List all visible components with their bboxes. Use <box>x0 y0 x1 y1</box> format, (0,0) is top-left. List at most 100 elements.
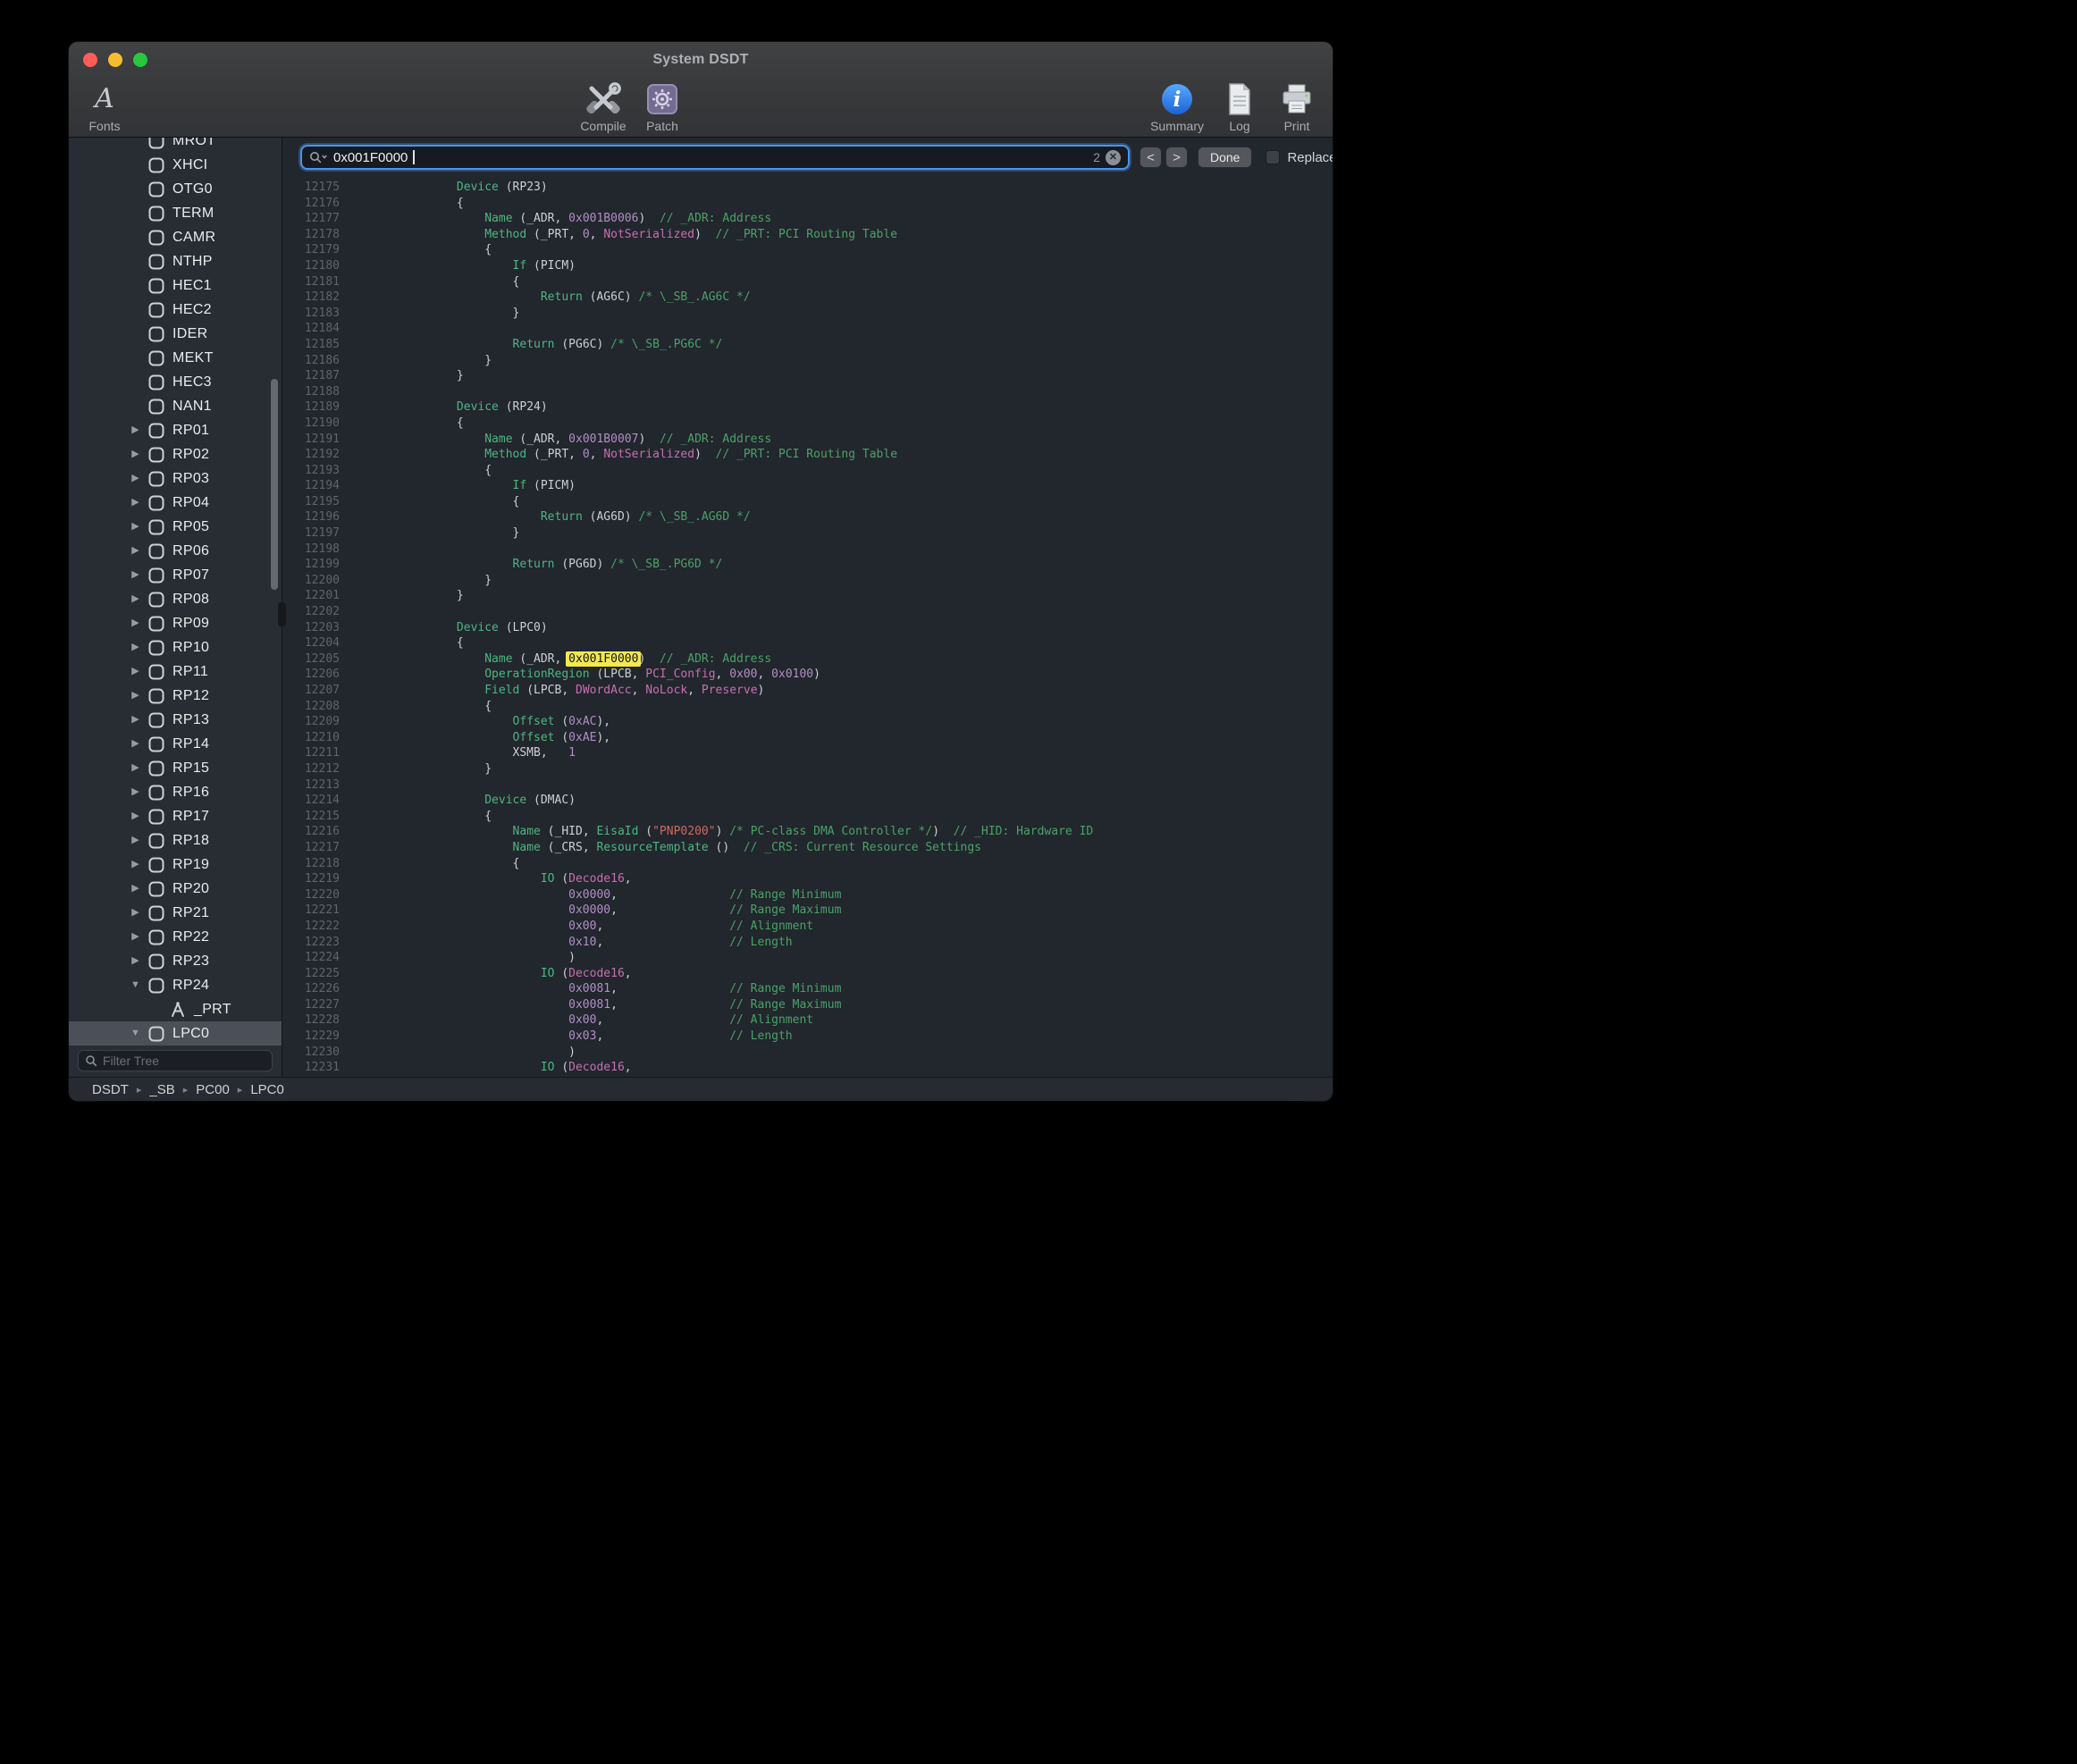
disclosure-triangle[interactable]: ▶ <box>128 932 143 942</box>
disclosure-triangle[interactable]: ▶ <box>128 522 143 532</box>
disclosure-triangle[interactable]: ▶ <box>128 691 143 701</box>
line-number: 12183 <box>282 306 340 322</box>
device-icon <box>147 904 165 922</box>
sidebar-item-rp12[interactable]: ▶RP12 <box>69 684 282 708</box>
disclosure-triangle[interactable]: ▼ <box>128 980 143 990</box>
sidebar-item-rp05[interactable]: ▶RP05 <box>69 515 282 539</box>
disclosure-triangle[interactable]: ▶ <box>128 449 143 459</box>
disclosure-triangle[interactable]: ▶ <box>128 811 143 821</box>
sidebar-item-rp09[interactable]: ▶RP09 <box>69 611 282 635</box>
sidebar-item-rp20[interactable]: ▶RP20 <box>69 877 282 901</box>
sidebar-item-rp15[interactable]: ▶RP15 <box>69 756 282 780</box>
sidebar-item-mrot[interactable]: MROT <box>69 138 282 153</box>
line-number: 12189 <box>282 399 340 416</box>
disclosure-triangle[interactable]: ▶ <box>128 956 143 966</box>
sidebar-scrollbar[interactable] <box>271 379 278 590</box>
breadcrumb-item-pc00[interactable]: PC00 <box>196 1082 230 1097</box>
breadcrumb-item-_sb[interactable]: _SB <box>149 1082 174 1097</box>
sidebar-item-rp21[interactable]: ▶RP21 <box>69 901 282 925</box>
disclosure-triangle[interactable]: ▶ <box>128 425 143 435</box>
sidebar-item-rp14[interactable]: ▶RP14 <box>69 732 282 756</box>
breadcrumb-item-dsdt[interactable]: DSDT <box>92 1082 129 1097</box>
done-button[interactable]: Done <box>1198 147 1252 168</box>
sidebar-item-nan1[interactable]: NAN1 <box>69 394 282 418</box>
previous-match-button[interactable]: < <box>1139 147 1162 168</box>
minimize-window-button[interactable] <box>108 53 122 67</box>
sidebar-item-rp17[interactable]: ▶RP17 <box>69 804 282 828</box>
disclosure-triangle[interactable]: ▶ <box>128 715 143 725</box>
disclosure-triangle[interactable]: ▶ <box>128 860 143 869</box>
fonts-button[interactable]: A Fonts <box>81 80 128 133</box>
sidebar-item-rp07[interactable]: ▶RP07 <box>69 563 282 587</box>
sidebar-item-otg0[interactable]: OTG0 <box>69 177 282 201</box>
sidebar-item-nthp[interactable]: NTHP <box>69 249 282 273</box>
log-button[interactable]: Log <box>1216 80 1263 133</box>
close-window-button[interactable] <box>83 53 97 67</box>
sidebar-item-rp16[interactable]: ▶RP16 <box>69 780 282 804</box>
compile-button[interactable]: Compile <box>580 80 626 133</box>
disclosure-triangle[interactable]: ▶ <box>128 908 143 918</box>
code-editor[interactable]: 12175 Device (RP23)12176 {12177 Name (_A… <box>282 177 1333 1077</box>
print-button[interactable]: Print <box>1274 80 1320 133</box>
search-input[interactable]: 0x001F0000 <box>333 150 408 165</box>
line-number: 12198 <box>282 542 340 558</box>
filter-tree-input[interactable] <box>103 1054 265 1068</box>
sidebar-item-rp11[interactable]: ▶RP11 <box>69 659 282 684</box>
sidebar-item-rp08[interactable]: ▶RP08 <box>69 587 282 611</box>
sidebar-item-rp04[interactable]: ▶RP04 <box>69 491 282 515</box>
sidebar-item-hec3[interactable]: HEC3 <box>69 370 282 394</box>
breadcrumb-item-lpc0[interactable]: LPC0 <box>250 1082 284 1097</box>
next-match-button[interactable]: > <box>1165 147 1188 168</box>
line-number: 12186 <box>282 353 340 369</box>
sidebar-item-lpc0[interactable]: ▼LPC0 <box>69 1021 282 1046</box>
sidebar-item-ider[interactable]: IDER <box>69 322 282 346</box>
disclosure-triangle[interactable]: ▶ <box>128 643 143 652</box>
sidebar-item-rp19[interactable]: ▶RP19 <box>69 853 282 877</box>
disclosure-triangle[interactable]: ▶ <box>128 594 143 604</box>
disclosure-triangle[interactable]: ▶ <box>128 787 143 797</box>
disclosure-triangle[interactable]: ▼ <box>128 1029 143 1038</box>
disclosure-triangle[interactable]: ▶ <box>128 498 143 508</box>
disclosure-triangle[interactable]: ▶ <box>128 570 143 580</box>
titlebar[interactable]: System DSDT <box>69 42 1333 78</box>
sidebar-item-term[interactable]: TERM <box>69 201 282 225</box>
sidebar-item-rp10[interactable]: ▶RP10 <box>69 635 282 659</box>
disclosure-triangle[interactable]: ▶ <box>128 618 143 628</box>
sidebar-item-rp03[interactable]: ▶RP03 <box>69 466 282 491</box>
sidebar-item-_prt[interactable]: _PRT <box>69 997 282 1021</box>
sidebar-item-camr[interactable]: CAMR <box>69 225 282 249</box>
code-text: 0x0000, // Range Maximum <box>340 903 841 919</box>
sidebar-item-mekt[interactable]: MEKT <box>69 346 282 370</box>
summary-button[interactable]: i Summary <box>1150 80 1204 133</box>
filter-tree-container <box>69 1046 282 1077</box>
filter-tree-field[interactable] <box>78 1050 273 1071</box>
compile-tools-icon <box>583 80 624 118</box>
sidebar-item-rp18[interactable]: ▶RP18 <box>69 828 282 853</box>
replace-checkbox[interactable] <box>1266 150 1280 164</box>
search-field[interactable]: 0x001F0000 2 ✕ <box>300 145 1130 170</box>
clear-search-icon[interactable]: ✕ <box>1106 150 1121 165</box>
sidebar-item-rp02[interactable]: ▶RP02 <box>69 442 282 466</box>
disclosure-triangle[interactable]: ▶ <box>128 546 143 556</box>
sidebar-item-hec2[interactable]: HEC2 <box>69 298 282 322</box>
window-title: System DSDT <box>69 52 1333 68</box>
disclosure-triangle[interactable]: ▶ <box>128 884 143 894</box>
sidebar-item-xhci[interactable]: XHCI <box>69 153 282 177</box>
sidebar-item-rp01[interactable]: ▶RP01 <box>69 418 282 442</box>
code-line: 12198 <box>282 542 1333 558</box>
sidebar-item-rp06[interactable]: ▶RP06 <box>69 539 282 563</box>
patch-button[interactable]: Patch <box>639 80 685 133</box>
code-line: 12181 { <box>282 274 1333 290</box>
disclosure-triangle[interactable]: ▶ <box>128 763 143 773</box>
zoom-window-button[interactable] <box>133 53 147 67</box>
disclosure-triangle[interactable]: ▶ <box>128 739 143 749</box>
sidebar-item-rp24[interactable]: ▼RP24 <box>69 973 282 997</box>
sidebar-item-rp23[interactable]: ▶RP23 <box>69 949 282 973</box>
split-divider-handle[interactable] <box>278 602 286 626</box>
disclosure-triangle[interactable]: ▶ <box>128 474 143 483</box>
disclosure-triangle[interactable]: ▶ <box>128 836 143 845</box>
sidebar-item-rp13[interactable]: ▶RP13 <box>69 708 282 732</box>
disclosure-triangle[interactable]: ▶ <box>128 667 143 676</box>
sidebar-item-hec1[interactable]: HEC1 <box>69 273 282 298</box>
sidebar-item-rp22[interactable]: ▶RP22 <box>69 925 282 949</box>
